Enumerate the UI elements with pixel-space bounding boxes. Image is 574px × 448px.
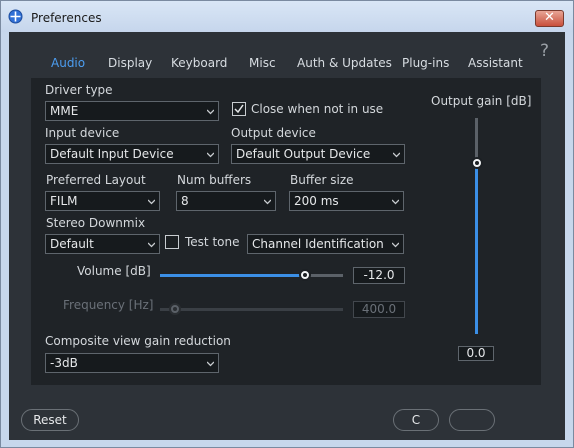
driver-type-label: Driver type [45, 83, 113, 97]
test-tone-label: Test tone [185, 235, 240, 249]
output-device-value: Default Output Device [236, 147, 371, 161]
buffer-size-value: 200 ms [294, 194, 339, 208]
chevron-down-icon [393, 152, 400, 158]
chevron-down-icon [392, 242, 399, 248]
output-gain-label: Output gain [dB] [431, 94, 532, 108]
frequency-slider-track[interactable] [160, 308, 343, 311]
buffer-size-label: Buffer size [290, 173, 354, 187]
preferred-layout-label: Preferred Layout [46, 173, 146, 187]
cancel-button[interactable] [449, 409, 495, 431]
tab-assistant[interactable]: Assistant [468, 56, 523, 70]
chevron-down-icon [392, 199, 399, 205]
composite-gain-dropdown[interactable]: -3dB [45, 353, 219, 373]
close-when-not-in-use-label: Close when not in use [251, 102, 384, 116]
stereo-downmix-dropdown[interactable]: Default [45, 234, 160, 254]
chevron-down-icon [264, 199, 271, 205]
composite-gain-label: Composite view gain reduction [45, 334, 231, 348]
tab-plug-ins[interactable]: Plug-ins [402, 56, 449, 70]
input-device-value: Default Input Device [50, 147, 174, 161]
output-device-label: Output device [231, 126, 316, 140]
input-device-dropdown[interactable]: Default Input Device [45, 144, 219, 164]
frequency-value-field[interactable]: 400.0 [353, 301, 405, 318]
preferred-layout-dropdown[interactable]: FILM [45, 191, 160, 211]
chevron-down-icon [207, 361, 214, 367]
test-tone-signal-value: Channel Identification [252, 237, 384, 251]
tab-keyboard[interactable]: Keyboard [171, 56, 227, 70]
driver-type-dropdown[interactable]: MME [45, 101, 219, 121]
chevron-down-icon [148, 242, 155, 248]
input-device-label: Input device [45, 126, 120, 140]
volume-slider-fill [160, 274, 305, 277]
test-tone-checkbox[interactable] [165, 235, 179, 249]
volume-slider-handle[interactable] [298, 269, 311, 281]
chevron-down-icon [207, 152, 214, 158]
window-title: Preferences [31, 11, 102, 25]
tab-display[interactable]: Display [108, 56, 152, 70]
frequency-slider-handle[interactable] [168, 303, 181, 315]
tab-audio[interactable]: Audio [51, 56, 85, 70]
check-icon [234, 104, 244, 114]
output-gain-slider-handle[interactable] [471, 157, 483, 170]
num-buffers-label: Num buffers [177, 173, 252, 187]
ok-button[interactable]: C [393, 409, 439, 431]
chevron-down-icon [148, 199, 155, 205]
dialog-body: ? Audio Display Keyboard Misc Auth & Upd… [9, 32, 565, 440]
app-logo-icon [8, 9, 23, 24]
stereo-downmix-value: Default [50, 237, 94, 251]
reset-button[interactable]: Reset [21, 409, 79, 431]
chevron-down-icon [207, 109, 214, 115]
buffer-size-dropdown[interactable]: 200 ms [289, 191, 404, 211]
output-device-dropdown[interactable]: Default Output Device [231, 144, 405, 164]
volume-value-field[interactable]: -12.0 [353, 267, 405, 284]
tab-misc[interactable]: Misc [249, 56, 276, 70]
output-gain-value-field[interactable]: 0.0 [458, 346, 494, 361]
close-when-not-in-use-checkbox[interactable] [232, 102, 246, 116]
preferences-window: Preferences ✕ ? Audio Display Keyboard M… [0, 0, 574, 448]
composite-gain-value: -3dB [50, 356, 78, 370]
title-bar: Preferences ✕ [1, 1, 573, 32]
stereo-downmix-label: Stereo Downmix [46, 216, 146, 230]
frequency-label: Frequency [Hz] [63, 298, 154, 312]
preferred-layout-value: FILM [50, 194, 78, 208]
audio-settings-panel: Driver type MME Close when not in use In… [31, 78, 541, 385]
output-gain-slider-fill [475, 163, 478, 334]
driver-type-value: MME [50, 104, 79, 118]
num-buffers-value: 8 [181, 194, 189, 208]
num-buffers-dropdown[interactable]: 8 [176, 191, 276, 211]
window-close-button[interactable]: ✕ [535, 10, 564, 27]
help-icon[interactable]: ? [540, 41, 549, 61]
volume-label: Volume [dB] [77, 264, 151, 278]
tab-auth-updates[interactable]: Auth & Updates [297, 56, 392, 70]
test-tone-signal-dropdown[interactable]: Channel Identification [247, 234, 404, 254]
